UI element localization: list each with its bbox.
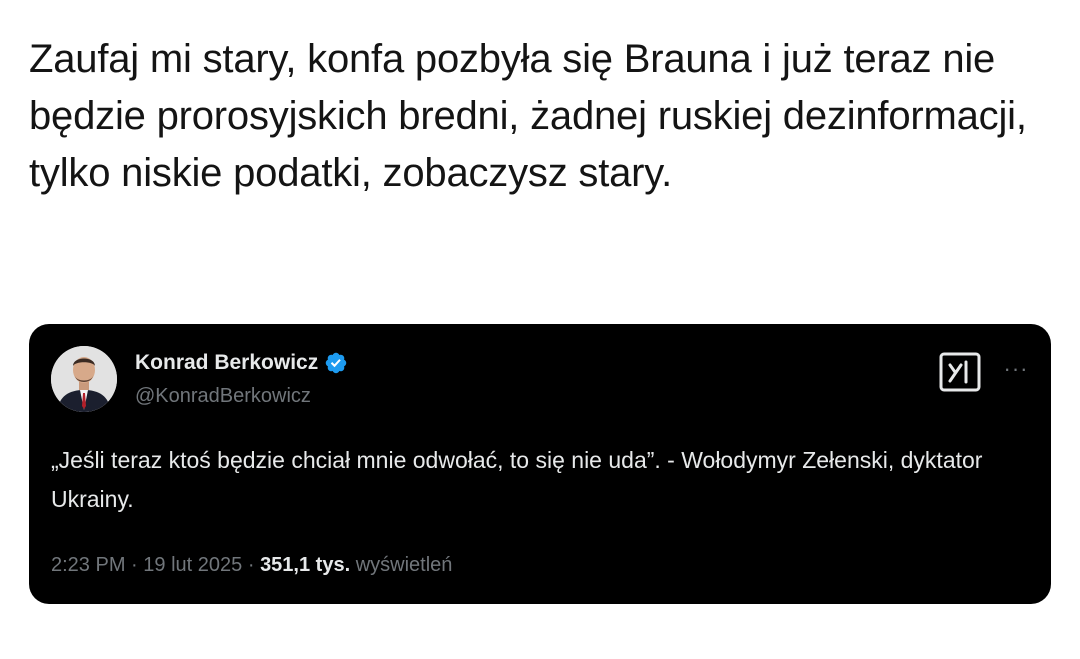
grok-button[interactable]: [935, 350, 985, 394]
meta-separator: ·: [131, 554, 138, 576]
author-handle[interactable]: @KonradBerkowicz: [135, 385, 311, 408]
embedded-tweet-card[interactable]: Konrad Berkowicz @KonradBerkowicz ··· „J…: [29, 324, 1051, 604]
caption-text: Zaufaj mi stary, konfa pozbyła się Braun…: [29, 37, 1027, 195]
tweet-time[interactable]: 2:23 PM: [51, 554, 125, 576]
meta-separator: ·: [247, 554, 255, 576]
author-avatar[interactable]: [51, 346, 117, 412]
author-name-row[interactable]: Konrad Berkowicz: [135, 348, 348, 378]
author-display-name[interactable]: Konrad Berkowicz: [135, 351, 318, 375]
tweet-text: „Jeśli teraz ktoś będzie chciał mnie odw…: [51, 447, 983, 512]
tweet-meta-row: 2:23 PM · 19 lut 2025 · 351,1 tys. wyświ…: [51, 554, 452, 577]
views-count: 351,1 tys.: [260, 554, 351, 576]
more-options-icon[interactable]: ···: [999, 352, 1033, 386]
tweet-date[interactable]: 19 lut 2025: [143, 554, 242, 576]
grok-icon: [939, 352, 981, 392]
verified-badge-icon: [324, 351, 348, 375]
views-label: wyświetleń: [355, 554, 453, 576]
